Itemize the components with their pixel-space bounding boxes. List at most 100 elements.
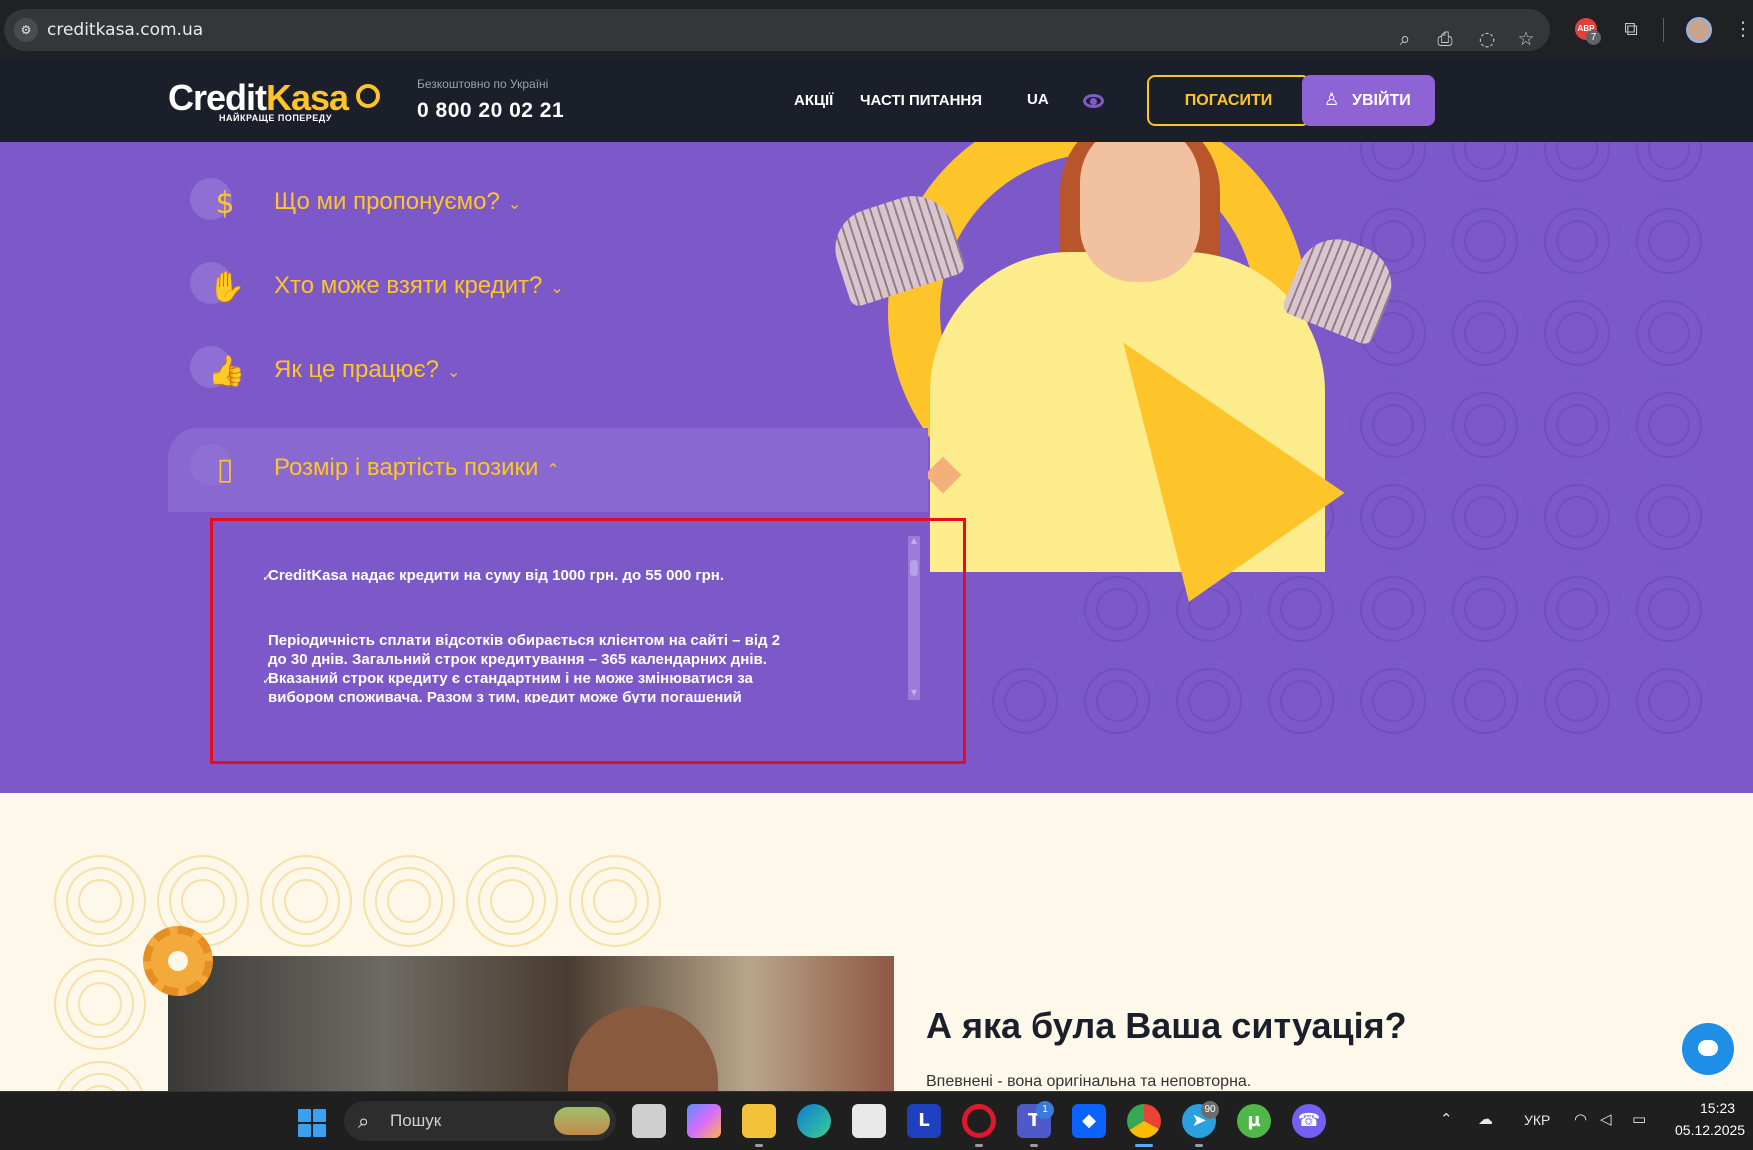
phone-number[interactable]: 0 800 20 02 21	[417, 99, 564, 123]
utorrent-icon[interactable]: µ	[1237, 1104, 1271, 1138]
decor-ring	[1256, 656, 1346, 746]
search-label: Пошук	[390, 1111, 442, 1130]
zoom-icon[interactable]: ⌕	[1394, 28, 1416, 50]
task-view-icon[interactable]	[632, 1104, 666, 1138]
extensions-puzzle-icon[interactable]: ⧉	[1620, 18, 1642, 40]
faq-item-how[interactable]: 👍 Як це працює? ⌄	[168, 330, 928, 414]
decor-ring	[1440, 656, 1530, 746]
store-icon[interactable]	[852, 1104, 886, 1138]
opera-icon[interactable]	[962, 1104, 996, 1138]
decor-ring	[1072, 564, 1162, 654]
scrollbar-thumb[interactable]	[910, 560, 918, 576]
hand-coin-icon: ✋	[208, 270, 246, 305]
answer-line-amount: CreditKasa надає кредити на суму від 100…	[268, 567, 724, 584]
decor-ring	[1624, 380, 1714, 470]
answer-line-period-3: Вказаний строк кредиту є стандартним і н…	[268, 670, 753, 687]
language-switch[interactable]: UA	[1027, 91, 1049, 108]
faq-answer-panel[interactable]: ✓ CreditKasa надає кредити на суму від 1…	[210, 518, 966, 764]
faq-item-offer[interactable]: $ Що ми пропонуємо? ⌄	[168, 162, 928, 246]
faq-item-who[interactable]: ✋ Хто може взяти кредит? ⌄	[168, 246, 928, 330]
decor-ring	[1348, 142, 1438, 194]
telegram-badge: 90	[1201, 1101, 1219, 1119]
lingvo-app-icon[interactable]: L	[907, 1104, 941, 1138]
chevron-down-icon: ⌄	[447, 362, 461, 381]
site-info-icon[interactable]: ⚙	[14, 18, 38, 42]
decor-ring	[1624, 656, 1714, 746]
taskbar-search[interactable]: ⌕ Пошук	[344, 1101, 616, 1141]
pay-button[interactable]: ПОГАСИТИ	[1147, 75, 1310, 126]
decor-ring	[1440, 472, 1530, 562]
situation-title: А яка була Ваша ситуація?	[926, 1005, 1407, 1046]
accessibility-eye-icon[interactable]	[1083, 94, 1104, 108]
user-icon: ♙	[1324, 90, 1340, 110]
profile-avatar[interactable]	[1686, 17, 1712, 43]
chat-bubble-icon[interactable]	[1682, 1023, 1734, 1075]
chevron-down-icon: ⌄	[550, 278, 564, 297]
decor-ring	[1532, 380, 1622, 470]
decor-ring	[1624, 288, 1714, 378]
decor-ring	[1624, 564, 1714, 654]
faq-item-title: Розмір і вартість позики ⌃	[274, 454, 560, 481]
install-app-icon[interactable]: ⎙	[1434, 28, 1456, 50]
url-text[interactable]: creditkasa.com.ua	[47, 20, 203, 40]
decor-ring	[1164, 656, 1254, 746]
scroll-down-arrow-icon[interactable]: ▼	[908, 688, 920, 697]
bookmark-star-icon[interactable]: ☆	[1515, 28, 1537, 50]
running-indicator	[1030, 1144, 1038, 1147]
photo-subject	[568, 1006, 718, 1091]
viber-icon[interactable]: ☎	[1292, 1104, 1326, 1138]
eye-off-icon[interactable]: ◌	[1476, 28, 1498, 50]
copilot-icon[interactable]	[687, 1104, 721, 1138]
scroll-up-arrow-icon[interactable]: ▲	[908, 536, 920, 545]
decor-ring	[1532, 288, 1622, 378]
taskbar: ⌕ Пошук L T 1 ◆ ➤ 90 µ ☎ ⌃ ☁ УКР ◠ ◁ ▭ 1…	[0, 1091, 1753, 1150]
more-menu-icon[interactable]: ⋮	[1732, 18, 1753, 40]
decor-ring	[1440, 380, 1530, 470]
decor-ring	[569, 855, 661, 947]
decor-ring	[1348, 564, 1438, 654]
running-indicator	[1195, 1144, 1203, 1147]
login-label: УВІЙТИ	[1352, 92, 1411, 109]
decor-ring	[466, 855, 558, 947]
onedrive-cloud-icon[interactable]: ☁	[1478, 1110, 1493, 1128]
running-indicator	[975, 1144, 983, 1147]
edge-icon[interactable]	[797, 1104, 831, 1138]
decor-ring	[1440, 288, 1530, 378]
nav-faq[interactable]: ЧАСТІ ПИТАННЯ	[860, 92, 982, 109]
decor-ring	[1348, 380, 1438, 470]
dropbox-icon[interactable]: ◆	[1072, 1104, 1106, 1138]
teams-badge: 1	[1036, 1101, 1054, 1119]
volume-icon[interactable]: ◁	[1600, 1110, 1612, 1128]
faq-item-cost[interactable]: ▯ Розмір і вартість позики ⌃	[168, 428, 928, 512]
thumbs-up-coin-icon: 👍	[208, 354, 246, 389]
address-bar[interactable]: ⚙ creditkasa.com.ua ⌕ ⎙ ◌ ☆	[4, 9, 1550, 51]
clock-date[interactable]: 05.12.2025	[1675, 1122, 1745, 1138]
phone-coin-icon: ▯	[216, 452, 234, 487]
search-icon: ⌕	[358, 1109, 370, 1133]
decor-ring	[1072, 656, 1162, 746]
clock-time[interactable]: 15:23	[1700, 1100, 1735, 1116]
input-language[interactable]: УКР	[1524, 1112, 1550, 1128]
windows-start-icon[interactable]	[298, 1109, 326, 1137]
faq-item-title: Що ми пропонуємо? ⌄	[274, 188, 522, 215]
hero-person-face	[1080, 142, 1200, 282]
chevron-down-icon: ⌄	[507, 194, 522, 213]
decor-ring	[363, 855, 455, 947]
wifi-icon[interactable]: ◠	[1574, 1110, 1587, 1128]
login-button[interactable]: ♙ УВІЙТИ	[1302, 75, 1435, 126]
running-indicator	[755, 1144, 763, 1147]
decor-ring	[1532, 196, 1622, 286]
chrome-icon[interactable]	[1127, 1104, 1161, 1138]
show-hidden-icons-chevron-icon[interactable]: ⌃	[1440, 1110, 1453, 1128]
decor-ring	[1348, 472, 1438, 562]
logo-tagline: НАЙКРАЩЕ ПОПЕРЕДУ	[219, 113, 332, 123]
search-highlight-image	[554, 1107, 610, 1135]
decor-ring	[1348, 656, 1438, 746]
browser-toolbar: ⚙ creditkasa.com.ua ⌕ ⎙ ◌ ☆ ABP 7 ⧉ ⋮	[0, 0, 1753, 59]
file-explorer-icon[interactable]	[742, 1104, 776, 1138]
active-indicator	[1135, 1144, 1153, 1147]
decor-ring	[1532, 656, 1622, 746]
answer-scrollbar[interactable]: ▲ ▼	[908, 536, 920, 700]
nav-promotions[interactable]: АКЦІЇ	[794, 92, 833, 109]
battery-icon[interactable]: ▭	[1632, 1110, 1646, 1128]
